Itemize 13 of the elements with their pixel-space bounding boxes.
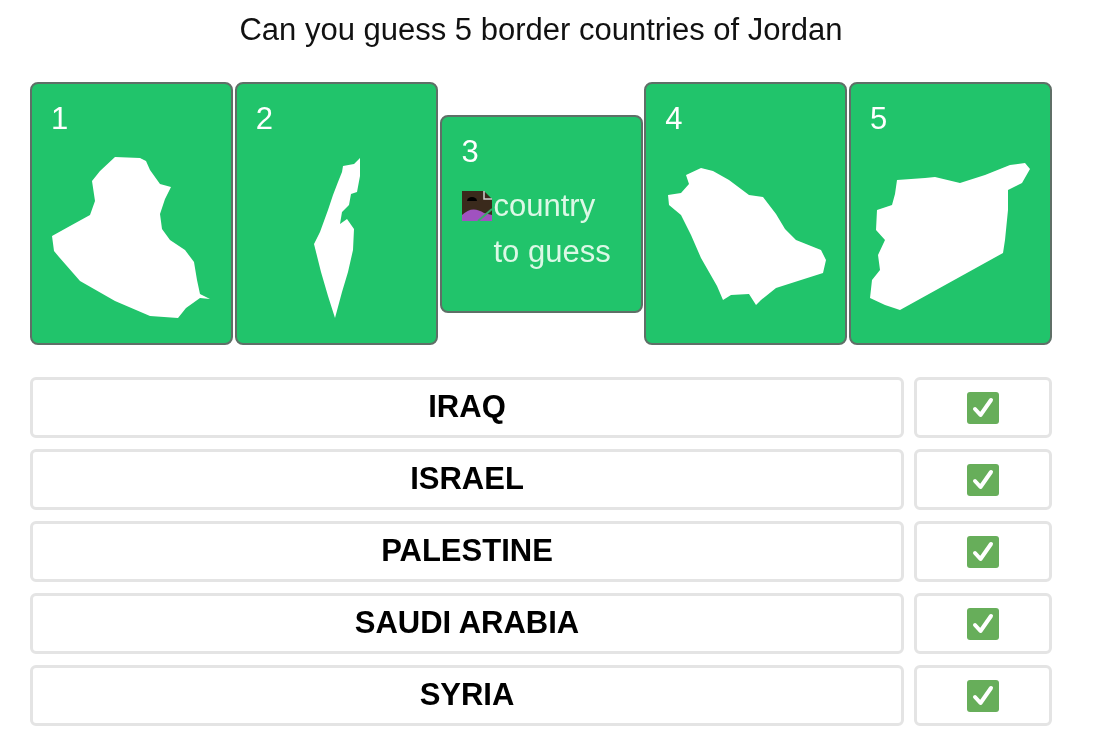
answer-slot: PALESTINE bbox=[30, 521, 904, 582]
answer-slot: SYRIA bbox=[30, 665, 904, 726]
card-number: 2 bbox=[255, 100, 273, 138]
answer-slot: SAUDI ARABIA bbox=[30, 593, 904, 654]
card-number: 3 bbox=[461, 132, 479, 171]
card-number: 1 bbox=[51, 100, 69, 138]
card-number: 5 bbox=[870, 100, 888, 138]
image-alt-text: country to guess bbox=[493, 186, 612, 271]
answer-slot: IRAQ bbox=[30, 377, 904, 438]
card-number: 4 bbox=[665, 100, 683, 138]
page-title: Can you guess 5 border countries of Jordan bbox=[239, 11, 843, 49]
broken-image-icon bbox=[461, 190, 492, 221]
answer-slot: ISRAEL bbox=[30, 449, 904, 510]
